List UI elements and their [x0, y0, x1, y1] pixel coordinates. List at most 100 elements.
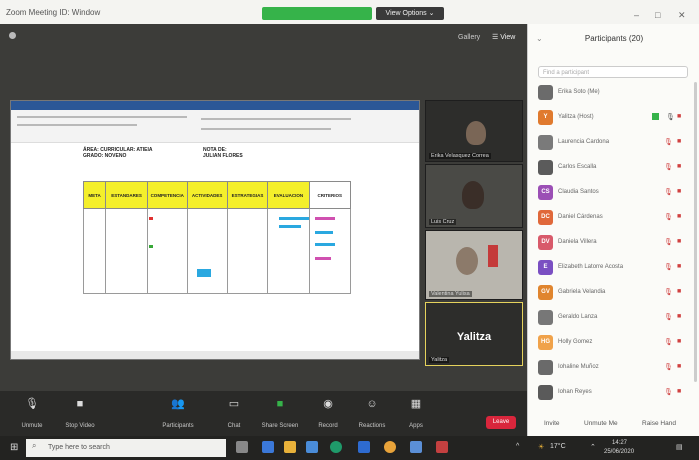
- unmute-me-button[interactable]: Unmute Me: [584, 420, 618, 427]
- video-camera-icon: ■: [76, 398, 84, 410]
- avatar: [538, 385, 553, 400]
- edge-icon[interactable]: [330, 441, 342, 453]
- stop-video-label: Stop Video: [65, 423, 95, 429]
- meeting-info-banner[interactable]: [262, 7, 372, 20]
- participant-name: Iohaline Muñoz: [558, 364, 599, 370]
- participant-video-tile[interactable]: Luis Cruz: [425, 164, 523, 228]
- participant-row[interactable]: Iohan Reyes 🎙 ■: [528, 382, 699, 405]
- participant-row[interactable]: E Elizabeth Latorre Acosta 🎙 ■: [528, 257, 699, 280]
- mic-muted-icon: 🎙: [664, 214, 673, 221]
- notifications-icon[interactable]: ▤: [676, 443, 683, 451]
- participant-name: Yalitza (Host): [558, 114, 594, 120]
- participant-row[interactable]: Carlos Escalla 🎙 ■: [528, 157, 699, 180]
- task-view-icon[interactable]: [236, 441, 248, 453]
- participants-button[interactable]: 👥 Participants: [156, 397, 200, 429]
- participant-row[interactable]: DC Daniel Cárdenas 🎙 ■: [528, 207, 699, 230]
- network-icon[interactable]: ⌃: [590, 443, 596, 451]
- word-title-ribbon: [11, 101, 419, 110]
- participant-video-tile[interactable]: Valentina Yulisa: [425, 230, 523, 300]
- share-screen-icon: ■: [276, 398, 284, 410]
- chrome-icon[interactable]: [384, 441, 396, 453]
- video-off-icon: ■: [677, 338, 682, 345]
- file-explorer-icon[interactable]: [284, 441, 296, 453]
- apps-label: Apps: [409, 423, 423, 429]
- participant-video-tile-active[interactable]: Yalitza Yalitza: [425, 302, 523, 366]
- view-options-button[interactable]: View Options ⌄: [376, 7, 444, 20]
- cyan-highlight: [197, 269, 211, 277]
- gallery-toggle[interactable]: Gallery: [458, 34, 480, 41]
- avatar: CS: [538, 185, 553, 200]
- participant-video-tile[interactable]: Erika Velasquez Correa: [425, 100, 523, 162]
- avatar: [538, 135, 553, 150]
- pdf-icon[interactable]: [436, 441, 448, 453]
- doc-header-right: NOTA DE: JULIAN FLORES: [203, 147, 243, 159]
- share-screen-label: Share Screen: [261, 423, 299, 429]
- table-cell: [226, 208, 269, 294]
- leave-button[interactable]: Leave: [486, 416, 516, 429]
- tray-chevron-icon[interactable]: ^: [516, 443, 519, 450]
- col-header: EVALUACION: [267, 181, 310, 209]
- chat-label: Chat: [227, 423, 241, 429]
- reactions-button[interactable]: ☺ Reactions: [350, 397, 394, 429]
- security-shield-icon[interactable]: [9, 32, 16, 39]
- maximize-icon[interactable]: □: [655, 10, 660, 20]
- store-icon[interactable]: [306, 441, 318, 453]
- mic-muted-icon: 🎙: [664, 239, 673, 246]
- video-off-icon: ■: [677, 313, 682, 320]
- video-off-icon: ■: [677, 113, 682, 120]
- zoom-icon[interactable]: [358, 441, 370, 453]
- chat-button[interactable]: ▭ Chat: [212, 397, 256, 429]
- unmute-button[interactable]: 🎙 Unmute: [10, 397, 54, 429]
- participant-row[interactable]: GV Gabriela Velandia 🎙 ■: [528, 282, 699, 305]
- reactions-label: Reactions: [358, 423, 386, 429]
- participant-row[interactable]: Y Yalitza (Host) 🎙 ■: [528, 107, 699, 130]
- participant-row[interactable]: CS Claudia Santos 🎙 ■: [528, 182, 699, 205]
- mic-muted-icon: 🎙: [664, 289, 673, 296]
- participant-row[interactable]: Iohaline Muñoz 🎙 ■: [528, 357, 699, 380]
- record-button[interactable]: ◉ Record: [306, 397, 350, 429]
- word-status-bar: [11, 351, 419, 359]
- video-off-icon: ■: [677, 188, 682, 195]
- participant-row[interactable]: Geraldo Lanza 🎙 ■: [528, 307, 699, 330]
- participant-row[interactable]: Erika Soto (Me): [528, 82, 699, 105]
- word-toolbar-ribbon: [11, 110, 419, 143]
- participant-search-input[interactable]: Find a participant: [538, 66, 688, 78]
- participants-icon: 👥: [171, 398, 185, 410]
- raise-hand-button[interactable]: Raise Hand: [642, 420, 676, 427]
- share-screen-button[interactable]: ■ Share Screen: [258, 397, 302, 429]
- video-off-icon: ■: [677, 138, 682, 145]
- table-cell: [308, 208, 352, 294]
- person-silhouette: [456, 247, 478, 275]
- cyan-highlight: [279, 217, 309, 220]
- doc-teacher-label: JULIAN FLORES: [203, 153, 243, 159]
- taskbar-search-input[interactable]: Type here to search: [26, 439, 226, 457]
- view-button[interactable]: ☰ View: [492, 33, 515, 41]
- participant-name: Elizabeth Latorre Acosta: [558, 264, 624, 270]
- participant-row[interactable]: DV Daniela Villera 🎙 ■: [528, 232, 699, 255]
- participant-row[interactable]: HG Holly Gomez 🎙 ■: [528, 332, 699, 355]
- record-icon: ◉: [323, 398, 333, 410]
- participant-name: Erika Soto (Me): [558, 89, 600, 95]
- participant-name: Holly Gomez: [558, 339, 593, 345]
- participant-name: Daniela Villera: [558, 239, 597, 245]
- close-icon[interactable]: ✕: [678, 10, 686, 21]
- window-title: Zoom Meeting ID: Window: [6, 8, 101, 17]
- invite-button[interactable]: Invite: [544, 420, 560, 427]
- table-cell: [267, 208, 310, 294]
- shared-screen: ÁREA: CURRICULAR: ATIEIA GRADO: NOVENO N…: [10, 100, 420, 360]
- mail-icon[interactable]: [262, 441, 274, 453]
- minimize-icon[interactable]: –: [634, 10, 639, 20]
- photos-icon[interactable]: [410, 441, 422, 453]
- participant-name: Gabriela Velandia: [558, 289, 606, 295]
- cyan-highlight: [315, 231, 333, 234]
- participant-row[interactable]: Laurencia Cardona 🎙 ■: [528, 132, 699, 155]
- weather-icon: ☀: [538, 444, 545, 451]
- panel-title: Participants (20): [584, 34, 644, 43]
- stop-video-button[interactable]: ■ Stop Video: [58, 397, 102, 429]
- avatar: [538, 360, 553, 375]
- windows-start-icon[interactable]: ⊞: [10, 442, 18, 453]
- panel-scrollbar[interactable]: [694, 82, 697, 382]
- participant-name: Claudia Santos: [558, 189, 599, 195]
- person-silhouette: [466, 121, 486, 145]
- apps-button[interactable]: ▦ Apps: [394, 397, 438, 429]
